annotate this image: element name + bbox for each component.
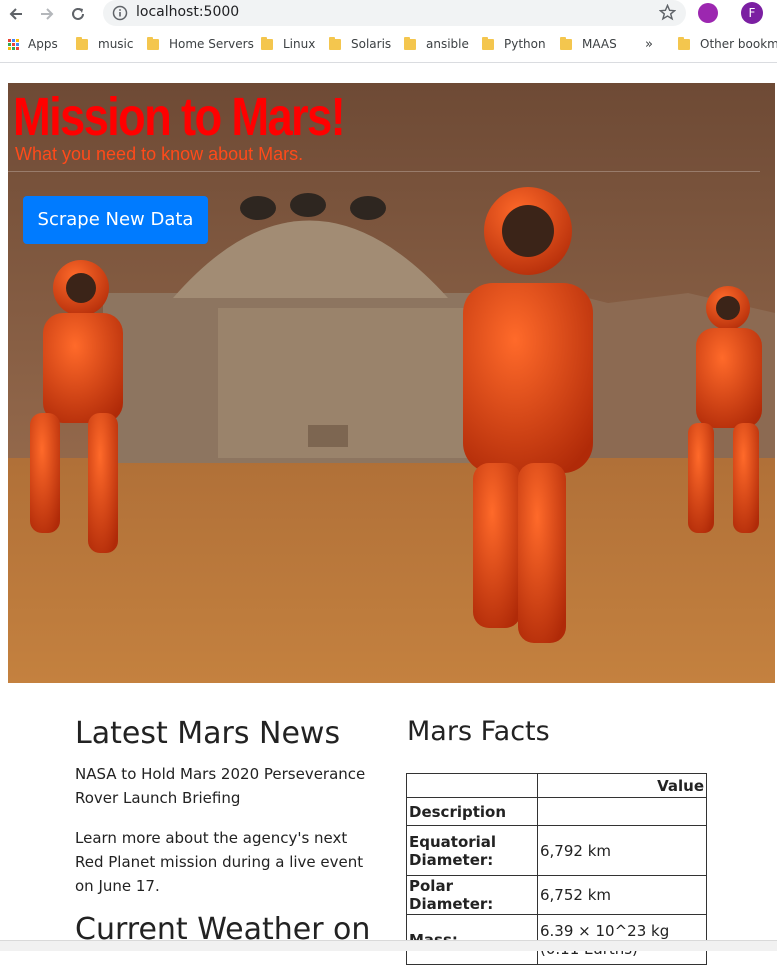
mars-astronauts-image	[8, 83, 775, 683]
bookmark-label: Home Servers	[169, 37, 254, 51]
back-icon[interactable]	[5, 3, 27, 25]
browser-toolbar: localhost:5000 F	[0, 0, 777, 28]
bookmark-label: MAAS	[582, 37, 617, 51]
bookmarks-bar: Apps music Home Servers Linux Solaris an…	[0, 30, 777, 58]
profile-avatar[interactable]: F	[741, 2, 763, 24]
bookmark-label: Apps	[28, 37, 58, 51]
bookmark-maas[interactable]: MAAS	[560, 36, 617, 51]
folder-icon	[261, 36, 273, 50]
folder-icon	[329, 36, 341, 50]
bookmark-home-servers[interactable]: Home Servers	[147, 36, 254, 51]
news-paragraph: Learn more about the agency's next Red P…	[75, 829, 364, 895]
folder-icon	[482, 36, 494, 50]
table-header-description: Description	[406, 797, 538, 826]
fact-key: Polar Diameter:	[406, 875, 538, 915]
info-icon[interactable]	[112, 5, 128, 21]
table-header-row: Value	[406, 773, 707, 798]
bookmark-music[interactable]: music	[76, 36, 134, 51]
bookmark-label: Solaris	[351, 37, 392, 51]
bookmark-label: music	[98, 37, 134, 51]
bookmark-label: Python	[504, 37, 546, 51]
apps-grid-icon	[8, 38, 19, 50]
table-row: Equatorial Diameter: 6,792 km	[406, 825, 707, 876]
table-header-value: Value	[537, 773, 707, 798]
hero-title: Mission to Mars!	[13, 87, 346, 147]
bookmark-python[interactable]: Python	[482, 36, 546, 51]
bookmark-solaris[interactable]: Solaris	[329, 36, 392, 51]
fact-value: 6,752 km	[537, 875, 707, 915]
forward-icon[interactable]	[36, 3, 58, 25]
folder-icon	[404, 36, 416, 50]
facts-heading: Mars Facts	[407, 716, 550, 747]
toolbar-divider	[0, 62, 777, 63]
bookmark-label: Linux	[283, 37, 316, 51]
bookmark-label: ansible	[426, 37, 469, 51]
hero-banner: Mission to Mars! What you need to know a…	[8, 83, 775, 683]
bookmark-ansible[interactable]: ansible	[404, 36, 469, 51]
reload-icon[interactable]	[67, 3, 89, 25]
url-text[interactable]: localhost:5000	[136, 4, 239, 20]
fact-value: 6,792 km	[537, 825, 707, 876]
folder-icon	[147, 36, 159, 50]
table-header-row: Description	[406, 797, 707, 826]
news-title: NASA to Hold Mars 2020 Perseverance Rove…	[75, 765, 366, 807]
table-header-empty	[537, 797, 707, 826]
folder-icon	[560, 36, 572, 50]
folder-icon	[76, 36, 88, 50]
folder-icon	[678, 36, 690, 50]
mars-facts-table: Value Description Equatorial Diameter: 6…	[406, 773, 707, 965]
table-header-empty	[406, 773, 538, 798]
bookmark-label: Other bookma	[700, 37, 777, 51]
bookmark-star-icon[interactable]	[659, 4, 676, 21]
bookmarks-overflow-button[interactable]: »	[645, 37, 653, 52]
table-row: Polar Diameter: 6,752 km	[406, 875, 707, 915]
news-heading: Latest Mars News	[75, 716, 341, 751]
horizontal-scrollbar[interactable]	[0, 940, 777, 951]
address-bar[interactable]: localhost:5000	[103, 0, 686, 26]
other-bookmarks[interactable]: Other bookma	[678, 36, 777, 51]
scrape-new-data-button[interactable]: Scrape New Data	[23, 196, 208, 244]
bookmark-apps[interactable]: Apps	[8, 37, 58, 51]
hero-divider	[8, 171, 760, 172]
fact-key: Equatorial Diameter:	[406, 825, 538, 876]
bookmark-linux[interactable]: Linux	[261, 36, 316, 51]
extension-icon[interactable]	[698, 3, 718, 23]
hero-subtitle: What you need to know about Mars.	[15, 144, 304, 164]
